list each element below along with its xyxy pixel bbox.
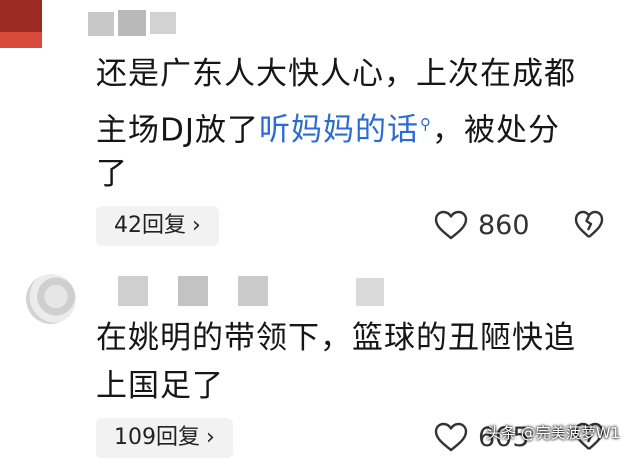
- comment-1-line-3: 了: [96, 156, 128, 192]
- heart-outline-icon[interactable]: [434, 422, 468, 452]
- nickname-blur-2b: [178, 276, 208, 306]
- comment-2-line-2: 上国足了: [96, 368, 224, 404]
- keyword-link[interactable]: 听妈妈的话⚲: [259, 112, 432, 148]
- replies-label-2: 109回复: [114, 425, 200, 450]
- nickname-blur-1a: [88, 12, 114, 36]
- nickname-blur-2d: [356, 278, 384, 306]
- user-avatar-2[interactable]: [26, 274, 76, 324]
- chevron-right-icon: ›: [206, 425, 215, 450]
- nickname-blur-1b: [118, 10, 146, 36]
- like-count-1: 860: [478, 210, 530, 241]
- nickname-blur-1c: [150, 12, 176, 34]
- user-avatar-1[interactable]: [0, 0, 42, 48]
- comment-1-line-1: 还是广东人大快人心，上次在成都: [96, 56, 576, 92]
- broken-heart-icon[interactable]: [574, 210, 604, 240]
- replies-label-1: 42回复: [114, 213, 186, 238]
- replies-button-1[interactable]: 42回复 ›: [96, 206, 219, 246]
- nickname-blur-2a: [118, 276, 148, 306]
- comment-1-line-2: 主场DJ放了听妈妈的话⚲，被处分: [96, 112, 561, 149]
- comment-2-line-1: 在姚明的带领下，篮球的丑陋快追: [96, 320, 576, 356]
- replies-button-2[interactable]: 109回复 ›: [96, 418, 233, 458]
- watermark: 头条 @完美菠萝W1: [486, 424, 621, 442]
- chevron-right-icon: ›: [192, 213, 201, 238]
- nickname-blur-2c: [238, 276, 268, 306]
- heart-outline-icon[interactable]: [434, 210, 468, 240]
- search-icon: ⚲: [420, 115, 433, 133]
